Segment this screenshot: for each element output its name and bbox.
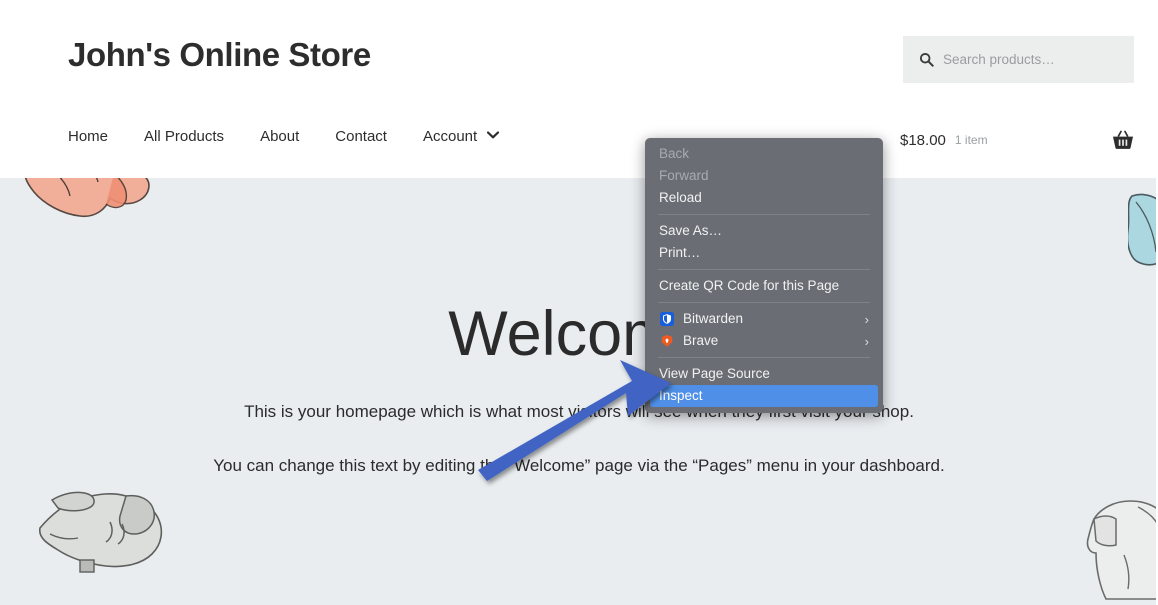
nav-item-home[interactable]: Home bbox=[68, 128, 108, 145]
grey-hoodie-illustration bbox=[38, 491, 163, 573]
menu-item-label: Create QR Code for this Page bbox=[659, 278, 840, 293]
bitwarden-shield-icon bbox=[659, 312, 674, 327]
white-tshirt-illustration bbox=[1086, 500, 1158, 600]
cart-item-count: 1 item bbox=[954, 133, 988, 147]
homepage-paragraph-1: This is your homepage which is what most… bbox=[244, 402, 914, 421]
menu-item-inspect[interactable]: Inspect bbox=[650, 385, 878, 407]
nav-item-all-products[interactable]: All Products bbox=[144, 128, 224, 145]
menu-item-bitwarden[interactable]: Bitwarden › bbox=[645, 308, 883, 330]
nav-item-account-label: Account bbox=[422, 128, 478, 145]
menu-item-save-as[interactable]: Save As… bbox=[645, 220, 883, 242]
browser-page: Welcome This is your homepage which is w… bbox=[0, 0, 1158, 605]
menu-separator bbox=[658, 214, 870, 215]
shopping-basket-icon[interactable] bbox=[1112, 130, 1134, 150]
blue-garment-illustration bbox=[1128, 193, 1158, 266]
page-content-area: Welcome This is your homepage which is w… bbox=[0, 178, 1158, 605]
search-input[interactable] bbox=[943, 52, 1123, 67]
menu-item-label: View Page Source bbox=[659, 366, 770, 381]
chevron-down-icon bbox=[487, 131, 500, 142]
menu-item-back: Back bbox=[645, 143, 883, 165]
menu-item-brave[interactable]: Brave › bbox=[645, 330, 883, 352]
nav-item-account[interactable]: Account bbox=[422, 128, 500, 145]
submenu-arrow-icon: › bbox=[864, 333, 869, 349]
cart-summary[interactable]: $18.00 1 item bbox=[900, 130, 1134, 150]
page-title: Welcome bbox=[448, 299, 710, 369]
salmon-garment-illustration bbox=[24, 178, 150, 218]
main-navigation: Home All Products About Contact Account bbox=[68, 128, 535, 145]
menu-item-label: Print… bbox=[659, 245, 701, 260]
menu-item-label: Inspect bbox=[659, 388, 703, 403]
menu-item-forward: Forward bbox=[645, 165, 883, 187]
menu-item-label: Reload bbox=[659, 190, 702, 205]
nav-item-about[interactable]: About bbox=[260, 128, 299, 145]
cart-total: $18.00 bbox=[900, 131, 946, 149]
submenu-arrow-icon: › bbox=[864, 311, 869, 327]
brave-lion-icon bbox=[659, 334, 674, 349]
menu-separator bbox=[658, 269, 870, 270]
browser-context-menu[interactable]: Back Forward Reload Save As… Print… Create QR… bbox=[645, 138, 883, 413]
menu-item-view-page-source[interactable]: View Page Source bbox=[645, 363, 883, 385]
menu-item-print[interactable]: Print… bbox=[645, 242, 883, 264]
menu-item-create-qr-code-for-this-page[interactable]: Create QR Code for this Page bbox=[645, 275, 883, 297]
search-icon bbox=[919, 52, 934, 67]
menu-item-label: Forward bbox=[659, 168, 709, 183]
menu-item-label: Save As… bbox=[659, 223, 723, 238]
store-title: John's Online Store bbox=[68, 36, 371, 73]
menu-item-label: Back bbox=[659, 146, 690, 161]
homepage-paragraph-2: You can change this text by editing the … bbox=[213, 456, 945, 475]
search-box[interactable] bbox=[903, 36, 1134, 83]
menu-separator bbox=[658, 302, 870, 303]
nav-item-contact[interactable]: Contact bbox=[335, 128, 387, 145]
menu-item-reload[interactable]: Reload bbox=[645, 187, 883, 209]
menu-item-label: Brave bbox=[683, 333, 719, 348]
menu-item-label: Bitwarden bbox=[683, 311, 744, 326]
site-header: John's Online Store Home All Products Ab… bbox=[0, 0, 1158, 178]
menu-separator bbox=[658, 357, 870, 358]
